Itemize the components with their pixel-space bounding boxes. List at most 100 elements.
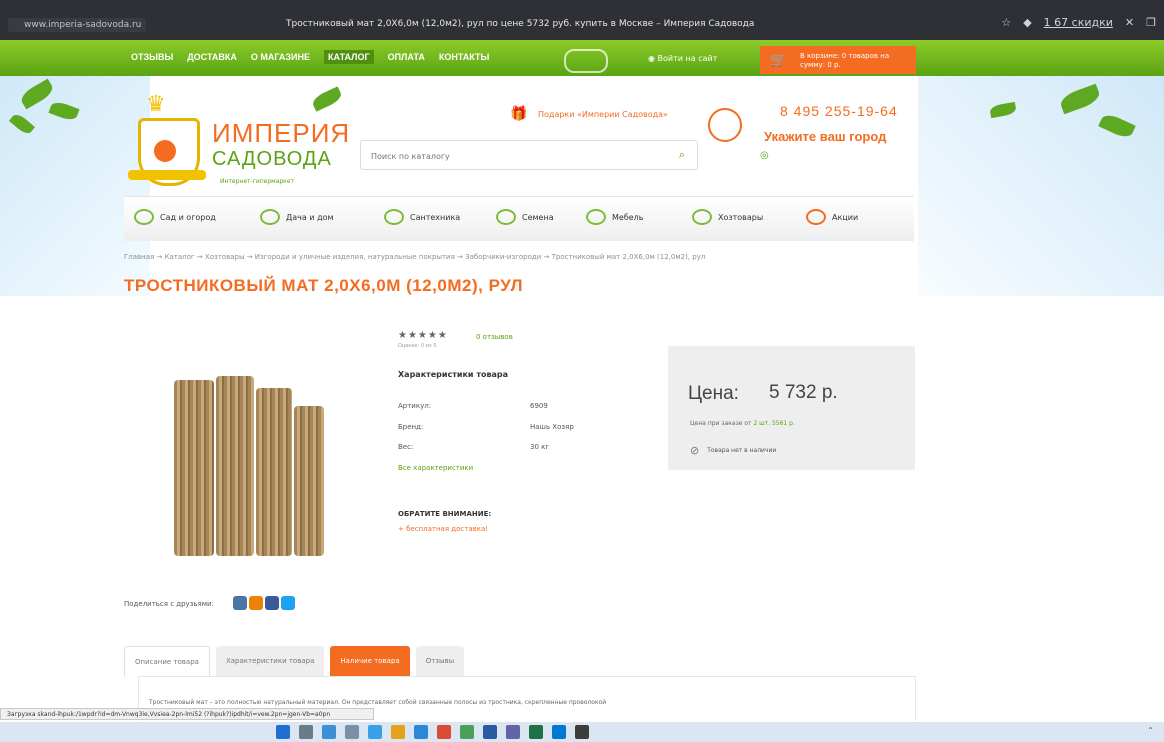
char-value-weight: 30 кг: [530, 443, 550, 451]
char-value-brand: Нашь Хозяр: [530, 423, 574, 431]
address-bar[interactable]: www.imperia-sadovoda.ru: [8, 18, 146, 32]
category-plumbing[interactable]: Сантехника: [384, 209, 460, 225]
nav-about[interactable]: О МАГАЗИНЕ: [251, 52, 310, 64]
breadcrumb[interactable]: Главная → Каталог → Хозтовары → Изгороди…: [124, 253, 705, 261]
app-icon[interactable]: [460, 725, 474, 739]
os-taskbar: ⌃: [0, 722, 1164, 742]
rating-note: Оценок: 0 из 5: [398, 343, 437, 349]
house-icon: [260, 209, 280, 225]
category-label: Сад и огород: [160, 212, 216, 222]
handshake-icon: [564, 49, 608, 73]
excel-icon[interactable]: [529, 725, 543, 739]
fruit-icon: [154, 140, 176, 162]
cart-button[interactable]: 🛒 В корзине: 0 товаров на сумму: 0 р.: [760, 46, 916, 74]
page-title: ТРОСТНИКОВЫЙ МАТ 2,0Х6,0М (12,0М2), РУЛ: [124, 276, 524, 295]
odnoklassniki-icon[interactable]: [249, 596, 263, 610]
app-icon[interactable]: [414, 725, 428, 739]
logo-title[interactable]: ИМПЕРИЯ: [212, 118, 350, 149]
faucet-icon: [384, 209, 404, 225]
category-home[interactable]: Дача и дом: [260, 209, 334, 225]
reviews-link[interactable]: 0 отзывов: [476, 333, 513, 341]
bookmark-icon[interactable]: ❐: [1146, 16, 1156, 29]
out-of-stock-icon: ⊘: [690, 444, 700, 457]
tab-availability[interactable]: Наличие товара: [330, 646, 410, 676]
category-furniture[interactable]: Мебель: [586, 209, 644, 225]
nav-contacts[interactable]: КОНТАКТЫ: [439, 52, 489, 64]
bulk-price-value: 5561 р.: [771, 420, 795, 427]
category-sale[interactable]: Акции: [806, 209, 858, 225]
chevron-up-icon[interactable]: ⌃: [1147, 726, 1154, 735]
city-selector[interactable]: Укажите ваш город: [764, 129, 886, 144]
category-seeds[interactable]: Семена: [496, 209, 554, 225]
search-input[interactable]: [369, 148, 663, 164]
browser-toolbar: ☆ ◆ 1 67 скидки ✕ ❐: [1001, 16, 1156, 29]
char-name-sku: Артикул:: [398, 402, 432, 410]
nav-reviews[interactable]: ОТЗЫВЫ: [131, 52, 173, 64]
search-taskbar-icon[interactable]: [299, 725, 313, 739]
sale-link[interactable]: 1 67 скидки: [1044, 16, 1113, 29]
shield-icon[interactable]: ◆: [1023, 16, 1031, 29]
facebook-icon[interactable]: [265, 596, 279, 610]
login-label: Войти на сайт: [657, 54, 718, 63]
app-icon[interactable]: [575, 725, 589, 739]
share-label: Поделиться с друзьями:: [124, 600, 214, 608]
phone-number[interactable]: 8 495 255-19-64: [780, 103, 898, 119]
nav-catalog[interactable]: КАТАЛОГ: [324, 50, 374, 64]
browser-icon[interactable]: [368, 725, 382, 739]
login-link[interactable]: ◉ Войти на сайт: [648, 54, 717, 63]
product-image[interactable]: [166, 368, 334, 556]
phone-icon: [708, 108, 742, 142]
top-menu: ОТЗЫВЫ ДОСТАВКА О МАГАЗИНЕ КАТАЛОГ ОПЛАТ…: [131, 50, 489, 64]
category-label: Дача и дом: [286, 212, 334, 222]
furniture-icon: [586, 209, 606, 225]
tab-characteristics[interactable]: Характеристики товара: [215, 646, 325, 676]
char-name-brand: Бренд:: [398, 423, 424, 431]
price-box: Цена: 5 732 р. Цена при заказе от 2 шт. …: [668, 346, 915, 470]
app-icon[interactable]: [506, 725, 520, 739]
app-icon[interactable]: [437, 725, 451, 739]
edge-icon[interactable]: [322, 725, 336, 739]
cart-icon: 🛒: [770, 53, 787, 68]
search-icon[interactable]: ⌕: [679, 148, 685, 162]
category-household[interactable]: Хозтовары: [692, 209, 763, 225]
close-icon[interactable]: ✕: [1125, 16, 1134, 29]
bulk-price-note: Цена при заказе от 2 шт. 5561 р.: [690, 420, 795, 427]
seeds-icon: [496, 209, 516, 225]
taskview-icon[interactable]: [345, 725, 359, 739]
characteristics-title: Характеристики товара: [398, 370, 509, 379]
tab-reviews[interactable]: Отзывы: [415, 646, 465, 676]
free-delivery-link[interactable]: + бесплатная доставка!: [398, 525, 488, 533]
location-icon: ◎: [760, 150, 769, 161]
share-buttons: [233, 596, 295, 610]
folder-icon[interactable]: [391, 725, 405, 739]
logo-tagline: Интернет-гипермаркет: [220, 178, 294, 185]
logo-ribbon: [128, 170, 206, 180]
reed-roll: [216, 376, 254, 556]
category-bar: Сад и огород Дача и дом Сантехника Семен…: [124, 196, 914, 241]
word-icon[interactable]: [483, 725, 497, 739]
rating-stars[interactable]: ★★★★★: [398, 330, 448, 341]
tab-title[interactable]: Тростниковый мат 2,0Х6,0м (12,0м2), рул …: [286, 19, 826, 29]
cart-summary: В корзине: 0 товаров на сумму: 0 р.: [800, 52, 890, 69]
category-garden[interactable]: Сад и огород: [134, 209, 216, 225]
household-icon: [692, 209, 712, 225]
tab-description[interactable]: Описание товара: [124, 646, 210, 677]
reader-icon[interactable]: ☆: [1001, 16, 1011, 29]
garden-icon: [134, 209, 154, 225]
nav-payment[interactable]: ОПЛАТА: [388, 52, 425, 64]
all-characteristics-link[interactable]: Все характеристики: [398, 464, 473, 472]
top-navigation: ОТЗЫВЫ ДОСТАВКА О МАГАЗИНЕ КАТАЛОГ ОПЛАТ…: [0, 40, 1164, 76]
nav-delivery[interactable]: ДОСТАВКА: [187, 52, 237, 64]
start-icon[interactable]: [276, 725, 290, 739]
category-label: Мебель: [612, 212, 644, 222]
mail-icon[interactable]: [552, 725, 566, 739]
gift-icon: 🎁: [510, 106, 528, 122]
twitter-icon[interactable]: [281, 596, 295, 610]
price-value: 5 732 р.: [769, 382, 838, 403]
vk-icon[interactable]: [233, 596, 247, 610]
search-box: ⌕: [360, 140, 698, 170]
percent-icon: [806, 209, 826, 225]
logo-subtitle[interactable]: САДОВОДА: [212, 148, 332, 171]
browser-titlebar: www.imperia-sadovoda.ru Тростниковый мат…: [0, 0, 1164, 40]
reed-roll: [256, 388, 292, 556]
